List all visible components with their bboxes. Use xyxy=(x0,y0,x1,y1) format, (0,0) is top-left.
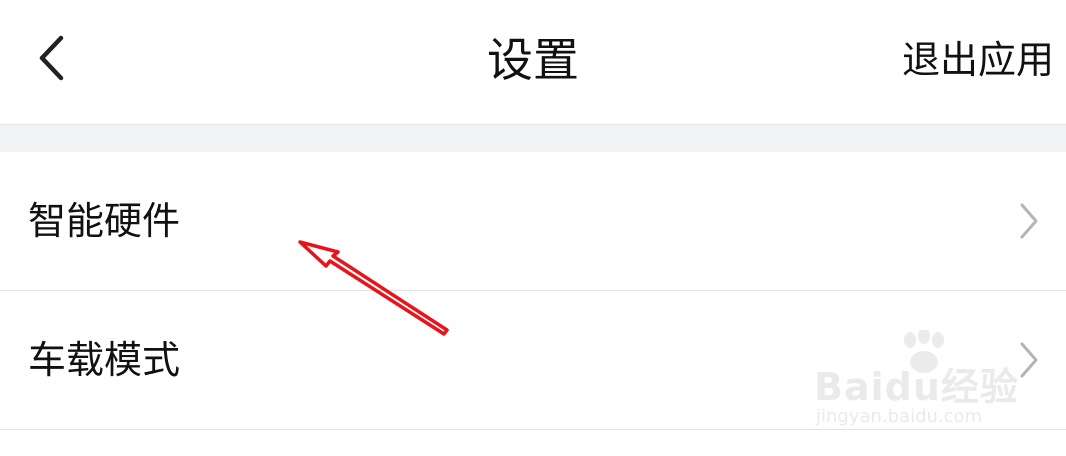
exit-app-button[interactable]: 退出应用 xyxy=(902,30,1054,90)
settings-item-label: 智能硬件 xyxy=(28,199,181,243)
settings-page: 设置 退出应用 智能硬件 车载模式 Baidu经验 jingyan.baidu.… xyxy=(0,0,1066,456)
settings-item-smart-hardware[interactable]: 智能硬件 xyxy=(0,152,1066,290)
navigation-bar: 设置 退出应用 xyxy=(0,0,1066,124)
chevron-left-icon xyxy=(39,35,64,81)
settings-item-car-mode[interactable]: 车载模式 xyxy=(0,291,1066,429)
row-divider xyxy=(0,429,1066,430)
section-separator xyxy=(0,124,1066,152)
chevron-right-icon xyxy=(1020,342,1038,378)
settings-item-label: 车载模式 xyxy=(28,338,181,382)
back-button[interactable] xyxy=(28,26,76,90)
chevron-right-icon xyxy=(1020,203,1038,239)
